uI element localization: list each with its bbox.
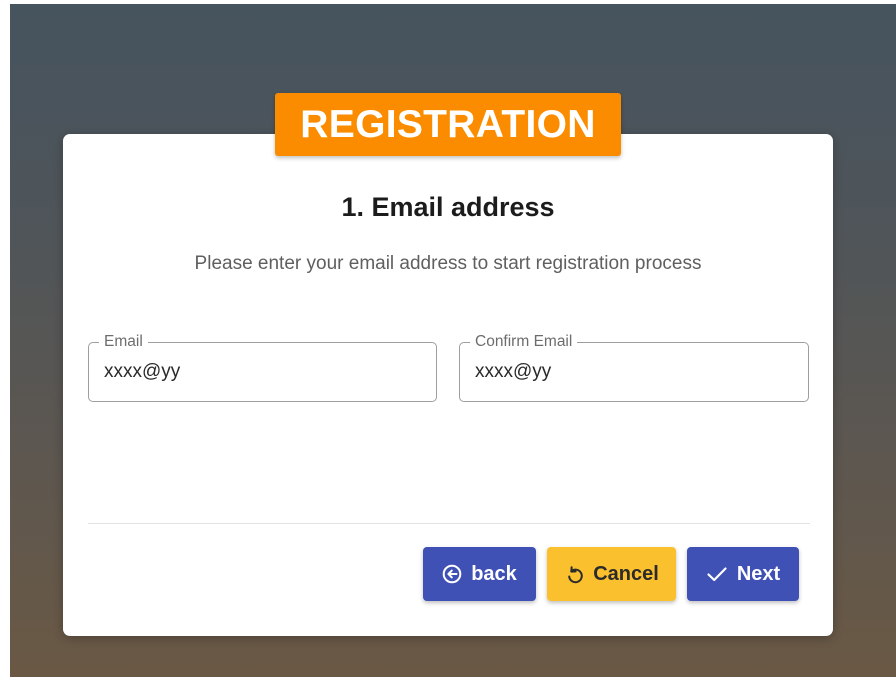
confirm-email-field[interactable]: Confirm Email (459, 332, 809, 402)
back-button-label: back (471, 562, 517, 585)
email-field[interactable]: Email (88, 332, 437, 402)
next-button[interactable]: Next (687, 547, 799, 601)
email-field-label: Email (99, 332, 148, 352)
cancel-button[interactable]: Cancel (547, 547, 676, 601)
confirm-email-field-label: Confirm Email (470, 332, 578, 352)
cancel-button-label: Cancel (593, 562, 659, 585)
next-button-label: Next (736, 562, 781, 585)
check-icon (706, 564, 728, 584)
step-subtitle: Please enter your email address to start… (194, 253, 702, 274)
registration-badge: REGISTRATION (275, 93, 621, 156)
back-button[interactable]: back (423, 547, 536, 601)
confirm-email-input[interactable] (475, 361, 775, 383)
divider (88, 523, 810, 524)
email-input[interactable] (104, 361, 404, 383)
arrow-circle-left-icon (442, 564, 462, 584)
step-title: 1. Email address (341, 192, 555, 222)
undo-icon (564, 564, 584, 584)
